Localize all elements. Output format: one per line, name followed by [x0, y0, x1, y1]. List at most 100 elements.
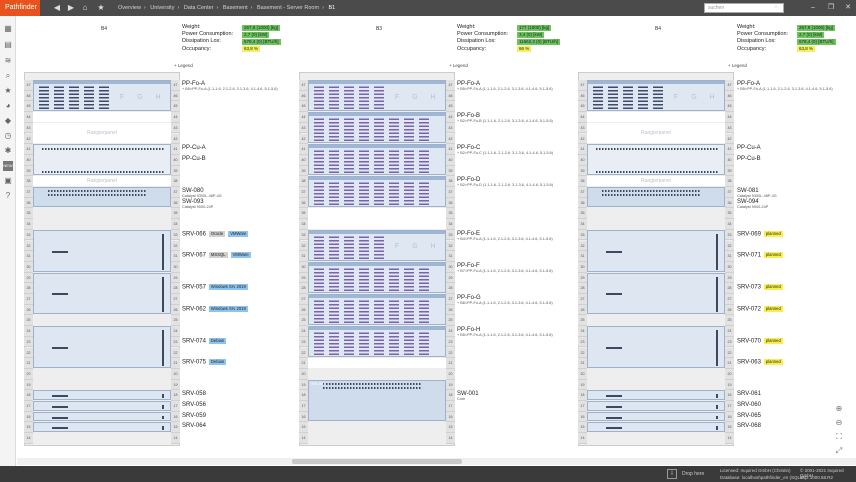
device-name[interactable]: SRV-072 — [737, 306, 761, 312]
breadcrumb-item[interactable]: Basement — [223, 5, 248, 11]
lock-icon[interactable]: ▣ — [3, 176, 13, 186]
device-name[interactable]: SW-094 — [737, 199, 759, 205]
search-icon[interactable]: ⌕ — [771, 2, 781, 14]
maximize-icon[interactable]: ❐ — [826, 2, 836, 14]
switch-sw-080[interactable] — [33, 187, 171, 208]
drop-zone[interactable]: Drop here — [682, 471, 704, 477]
scrollbar-thumb[interactable] — [292, 459, 462, 464]
device-name[interactable]: SW-093 — [182, 199, 204, 205]
legend-toggle[interactable]: + Legend — [728, 63, 747, 68]
device-name[interactable]: PP-Cu-A — [737, 145, 761, 151]
server-srv-056[interactable] — [33, 401, 171, 411]
network-icon[interactable]: ✱ — [3, 146, 13, 156]
breadcrumb-item[interactable]: University — [150, 5, 174, 11]
patch-panel-ppfoe[interactable]: F G H — [308, 229, 446, 261]
horizontal-scrollbar[interactable] — [17, 458, 856, 465]
device-name[interactable]: SRV-059 — [182, 413, 206, 419]
minimize-icon[interactable]: – — [808, 2, 818, 14]
device-name[interactable]: SRV-057 — [182, 285, 206, 291]
rangierpanel[interactable]: Rangierpanel — [587, 122, 725, 144]
empty-unit[interactable] — [587, 112, 725, 122]
tags-icon[interactable]: ◆ — [3, 116, 13, 126]
device-name[interactable]: PP-Fo-F — [457, 263, 480, 269]
fit-icon[interactable]: ⛶ — [834, 432, 844, 442]
legend-toggle[interactable]: + Legend — [449, 63, 468, 68]
switch-sw-001[interactable] — [308, 379, 446, 422]
server-srv-070[interactable] — [587, 326, 725, 368]
device-name[interactable]: SRV-069 — [737, 231, 761, 237]
rangierpanel[interactable]: Rangierpanel — [33, 176, 171, 186]
favorite-star-icon[interactable]: ★ — [96, 3, 106, 13]
patch-panel-ppfoc[interactable] — [308, 144, 446, 176]
patch-panel-pp-cu[interactable] — [587, 144, 725, 176]
device-name[interactable]: SRV-068 — [737, 423, 761, 429]
patch-panel-ppfod[interactable] — [308, 176, 446, 208]
empty-unit[interactable] — [308, 358, 446, 368]
new-badge-icon[interactable]: NEW — [3, 161, 13, 171]
device-name[interactable]: SRV-065 — [737, 413, 761, 419]
empty-unit[interactable] — [33, 112, 171, 122]
server-srv-068[interactable] — [587, 422, 725, 433]
back-icon[interactable]: ◀ — [52, 3, 62, 13]
device-name[interactable]: SRV-058 — [182, 391, 206, 397]
server-srv-058[interactable] — [33, 390, 171, 400]
app-logo[interactable]: Pathfinder — [0, 0, 40, 16]
device-name[interactable]: SRV-071 — [737, 253, 761, 259]
zoom-out-icon[interactable]: ⊖ — [834, 418, 844, 428]
breadcrumb-item[interactable]: Overview — [118, 5, 141, 11]
close-icon[interactable]: ✕ — [843, 2, 853, 14]
device-name[interactable]: SRV-066 — [182, 231, 206, 237]
patch-panel-ppfoa[interactable]: F G H — [308, 80, 446, 112]
server-srv-074[interactable] — [33, 326, 171, 368]
device-name[interactable]: PP-Cu-B — [182, 156, 206, 162]
search-icon[interactable]: ⌕ — [3, 71, 13, 81]
server-srv-066[interactable] — [33, 229, 171, 272]
patch-panel-ppfoh[interactable] — [308, 326, 446, 358]
cabling-icon[interactable]: ≋ — [3, 56, 13, 66]
patch-panel-ppfof[interactable] — [308, 261, 446, 293]
patch-panel-pp-fo-a[interactable]: F G H — [33, 80, 171, 112]
device-name[interactable]: PP-Fo-E — [457, 231, 480, 237]
device-name[interactable]: SRV-064 — [182, 423, 206, 429]
server-srv-059[interactable] — [33, 411, 171, 422]
device-name[interactable]: SRV-061 — [737, 391, 761, 397]
history-icon[interactable]: ◷ — [3, 131, 13, 141]
server-srv-069[interactable] — [587, 229, 725, 272]
forward-icon[interactable]: ▶ — [66, 3, 76, 13]
rangierpanel[interactable]: Rangierpanel — [587, 176, 725, 186]
legend-toggle[interactable]: + Legend — [174, 63, 193, 68]
device-name[interactable]: SRV-063 — [737, 360, 761, 366]
breadcrumb-item[interactable]: Basement - Server Room — [257, 5, 319, 11]
server-srv-060[interactable] — [587, 401, 725, 411]
empty-unit[interactable] — [308, 208, 446, 229]
patch-panel-pp-cu[interactable] — [33, 144, 171, 176]
device-name[interactable]: SRV-056 — [182, 402, 206, 408]
breadcrumb-item[interactable]: Data Center — [184, 5, 214, 11]
overview-icon[interactable]: ▦ — [3, 24, 13, 34]
patch-panel-ppfog[interactable] — [308, 294, 446, 326]
reports-icon[interactable]: ◕ — [3, 101, 13, 111]
server-srv-061[interactable] — [587, 390, 725, 400]
fullscreen-icon[interactable]: ⤢ — [834, 446, 844, 456]
rangierpanel[interactable]: Rangierpanel — [33, 122, 171, 144]
drop-icon[interactable]: ⇩ — [667, 469, 677, 479]
device-name[interactable]: SRV-075 — [182, 360, 206, 366]
device-name[interactable]: SRV-073 — [737, 285, 761, 291]
patch-panel-ppfob[interactable] — [308, 112, 446, 144]
home-icon[interactable]: ⌂ — [80, 3, 90, 13]
device-name[interactable]: PP-Cu-B — [737, 156, 761, 162]
server-srv-073[interactable] — [587, 272, 725, 315]
device-name[interactable]: PP-Cu-A — [182, 145, 206, 151]
server-srv-064[interactable] — [33, 422, 171, 433]
switch-sw-081[interactable] — [587, 187, 725, 208]
patch-panel-pp-fo-a[interactable]: F G H — [587, 80, 725, 112]
server-srv-065[interactable] — [587, 411, 725, 422]
device-name[interactable]: SRV-062 — [182, 306, 206, 312]
device-name[interactable]: SRV-067 — [182, 253, 206, 259]
help-icon[interactable]: ? — [3, 191, 13, 201]
server-srv-057[interactable] — [33, 272, 171, 315]
racks-icon[interactable]: ▤ — [3, 40, 13, 50]
device-name[interactable]: SRV-070 — [737, 338, 761, 344]
favorites-icon[interactable]: ★ — [3, 86, 13, 96]
device-name[interactable]: SRV-074 — [182, 338, 206, 344]
